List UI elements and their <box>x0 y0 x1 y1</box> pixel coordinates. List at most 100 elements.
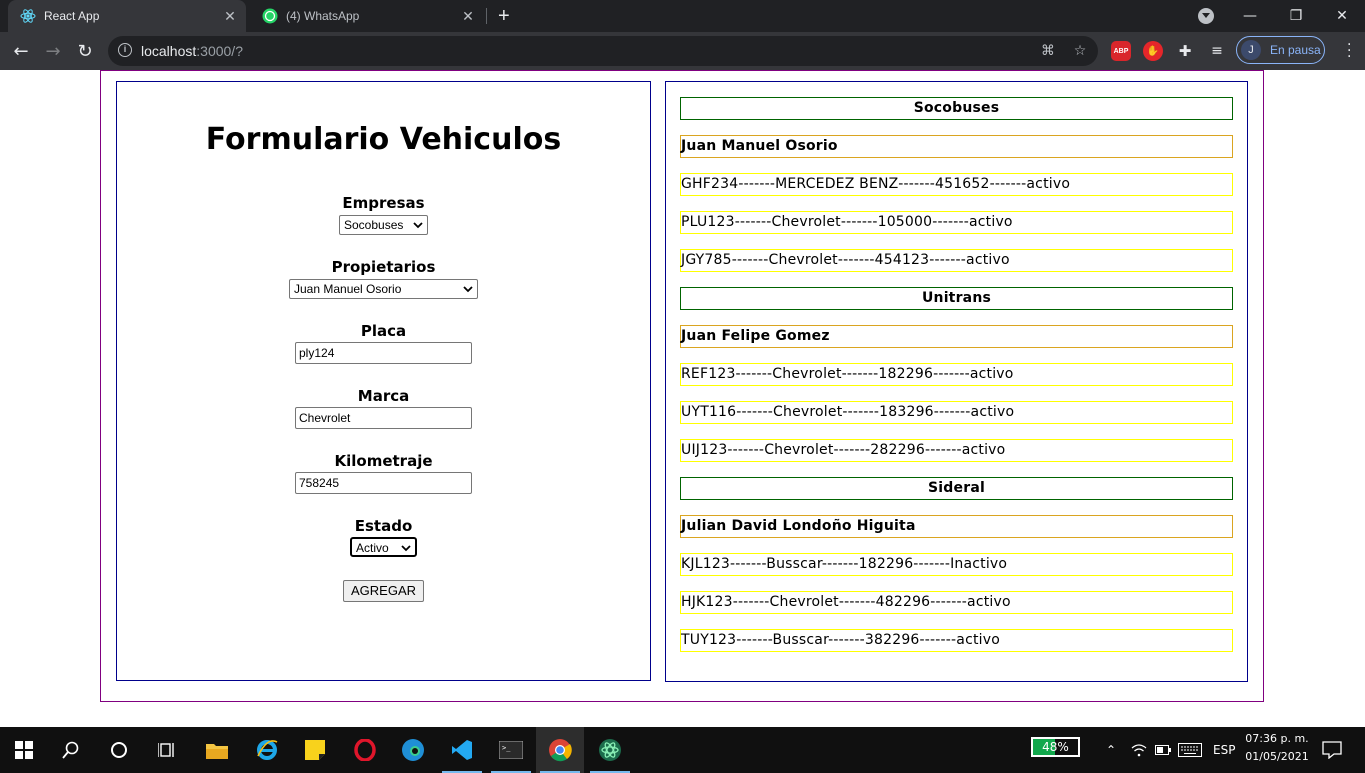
clock-time: 07:36 p. m. <box>1245 732 1309 745</box>
close-window-icon[interactable]: ✕ <box>1319 0 1365 32</box>
vehicle-row: TUY123-------Busscar-------382296-------… <box>680 629 1233 652</box>
tab-whatsapp[interactable]: (4) WhatsApp ✕ <box>250 0 484 32</box>
clock-date: 01/05/2021 <box>1245 750 1309 763</box>
cortana-icon[interactable] <box>95 727 143 773</box>
vehicle-form-panel: Formulario Vehiculos Empresas Socobuses … <box>116 81 651 681</box>
owner-row: Juan Manuel Osorio <box>680 135 1233 158</box>
empresas-select[interactable]: Socobuses <box>339 215 428 235</box>
marca-input[interactable]: Chevrolet <box>295 407 472 429</box>
profile-button[interactable]: J En pausa <box>1236 36 1325 64</box>
chevron-up-icon[interactable]: ⌃ <box>1106 727 1116 773</box>
propietarios-label: Propietarios <box>331 258 436 276</box>
vehicle-row: JGY785-------Chevrolet-------454123-----… <box>680 249 1233 272</box>
empresas-field: Empresas Socobuses <box>117 194 650 235</box>
browser-tab-strip: React App ✕ (4) WhatsApp ✕ + — ❐ ✕ <box>0 0 1365 32</box>
avatar: J <box>1241 40 1261 60</box>
keyboard-icon[interactable] <box>1178 727 1202 773</box>
form-title: Formulario Vehiculos <box>205 122 562 157</box>
forward-icon[interactable]: → <box>41 39 65 63</box>
stop-hand-extension-icon[interactable]: ✋ <box>1143 41 1163 61</box>
translate-icon[interactable]: ⌘ <box>1040 43 1056 59</box>
reload-icon[interactable]: ↻ <box>73 39 97 63</box>
marca-field: Marca Chevrolet <box>117 387 650 429</box>
extensions-puzzle-icon[interactable]: ✚ <box>1175 41 1195 61</box>
propietarios-select[interactable]: Juan Manuel Osorio <box>289 279 478 299</box>
vehicle-row: KJL123-------Busscar-------182296-------… <box>680 553 1233 576</box>
media-queue-icon[interactable]: ≡ <box>1207 41 1227 61</box>
chevron-down-icon <box>413 222 423 229</box>
vehicle-row: REF123-------Chevrolet-------182296-----… <box>680 363 1233 386</box>
owner-row: Juan Felipe Gomez <box>680 325 1233 348</box>
atom-icon[interactable] <box>586 727 634 773</box>
opera-icon[interactable] <box>341 727 389 773</box>
placa-field: Placa ply124 <box>117 322 650 364</box>
power-icon[interactable] <box>1155 727 1171 773</box>
tab-react-app[interactable]: React App ✕ <box>8 0 246 32</box>
browser-menu-icon[interactable]: · · · <box>1347 38 1351 64</box>
estado-field: Estado Activo <box>117 517 650 557</box>
page-content: Formulario Vehiculos Empresas Socobuses … <box>0 70 1365 727</box>
vehicle-row: UYT116-------Chevrolet-------183296-----… <box>680 401 1233 424</box>
agregar-button[interactable]: AGREGAR <box>343 580 424 602</box>
bookmark-star-icon[interactable]: ☆ <box>1072 43 1088 59</box>
url-text[interactable]: localhost:3000/? <box>141 43 243 59</box>
profile-status: En pausa <box>1270 43 1321 57</box>
whatsapp-icon <box>262 8 278 24</box>
vehicle-row: UIJ123-------Chevrolet-------282296-----… <box>680 439 1233 462</box>
tab-search-icon[interactable] <box>1198 8 1214 24</box>
placa-input[interactable]: ply124 <box>295 342 472 364</box>
windows-start-icon[interactable] <box>0 727 48 773</box>
kilometraje-label: Kilometraje <box>334 452 433 470</box>
tab-title: (4) WhatsApp <box>286 9 360 23</box>
wifi-icon[interactable] <box>1131 727 1147 773</box>
notifications-icon[interactable] <box>1322 727 1342 773</box>
company-header: Unitrans <box>680 287 1233 310</box>
sticky-notes-icon[interactable] <box>291 727 339 773</box>
vehicle-row: HJK123-------Chevrolet-------482296-----… <box>680 591 1233 614</box>
back-icon[interactable]: ← <box>9 39 33 63</box>
svg-text:>_: >_ <box>502 744 511 752</box>
kilometraje-field: Kilometraje 758245 <box>117 452 650 494</box>
propietarios-field: Propietarios Juan Manuel Osorio <box>117 258 650 299</box>
task-view-icon[interactable] <box>143 727 191 773</box>
internet-explorer-icon[interactable] <box>243 727 291 773</box>
vehicle-list-panel: Socobuses Juan Manuel Osorio GHF234-----… <box>665 81 1248 682</box>
restore-icon[interactable]: ❐ <box>1273 0 1319 32</box>
address-bar[interactable]: i localhost:3000/? ⌘ ☆ <box>108 36 1098 66</box>
close-tab-icon[interactable]: ✕ <box>220 8 240 25</box>
owner-row: Julian David Londoño Higuita <box>680 515 1233 538</box>
vehicle-row: GHF234-------MERCEDEZ BENZ-------451652-… <box>680 173 1233 196</box>
marca-label: Marca <box>357 387 410 405</box>
browser-toolbar: ← → ↻ i localhost:3000/? ⌘ ☆ ABP ✋ ✚ ≡ J… <box>0 32 1365 70</box>
chrome-icon[interactable] <box>536 727 584 773</box>
placa-label: Placa <box>360 322 407 340</box>
terminal-icon[interactable]: >_ <box>487 727 535 773</box>
window-controls: — ❐ ✕ <box>1227 0 1365 32</box>
language-indicator[interactable]: ESP <box>1213 727 1235 773</box>
search-icon[interactable] <box>47 727 95 773</box>
company-header: Sideral <box>680 477 1233 500</box>
battery-percent: 48% <box>1042 740 1069 754</box>
battery-indicator[interactable]: 48% <box>1031 737 1080 757</box>
tab-title: React App <box>44 9 100 23</box>
react-logo-icon <box>20 8 36 24</box>
tab-separator <box>486 8 487 24</box>
submit-field: AGREGAR <box>117 580 650 602</box>
chevron-down-icon <box>463 286 473 293</box>
vehicle-row: PLU123-------Chevrolet-------105000-----… <box>680 211 1233 234</box>
vscode-icon[interactable] <box>438 727 486 773</box>
minimize-icon[interactable]: — <box>1227 0 1273 32</box>
adblock-plus-icon[interactable]: ABP <box>1111 41 1131 61</box>
empresas-label: Empresas <box>342 194 425 212</box>
chevron-down-icon <box>401 545 411 552</box>
close-tab-icon[interactable]: ✕ <box>458 8 478 25</box>
file-explorer-icon[interactable] <box>193 727 241 773</box>
kilometraje-input[interactable]: 758245 <box>295 472 472 494</box>
system-clock[interactable]: 07:36 p. m. 01/05/2021 <box>1242 730 1312 766</box>
site-info-icon[interactable]: i <box>118 43 132 57</box>
estado-select[interactable]: Activo <box>350 537 417 557</box>
estado-label: Estado <box>354 517 413 535</box>
new-tab-button[interactable]: + <box>498 5 510 28</box>
company-header: Socobuses <box>680 97 1233 120</box>
edge-icon[interactable] <box>389 727 437 773</box>
